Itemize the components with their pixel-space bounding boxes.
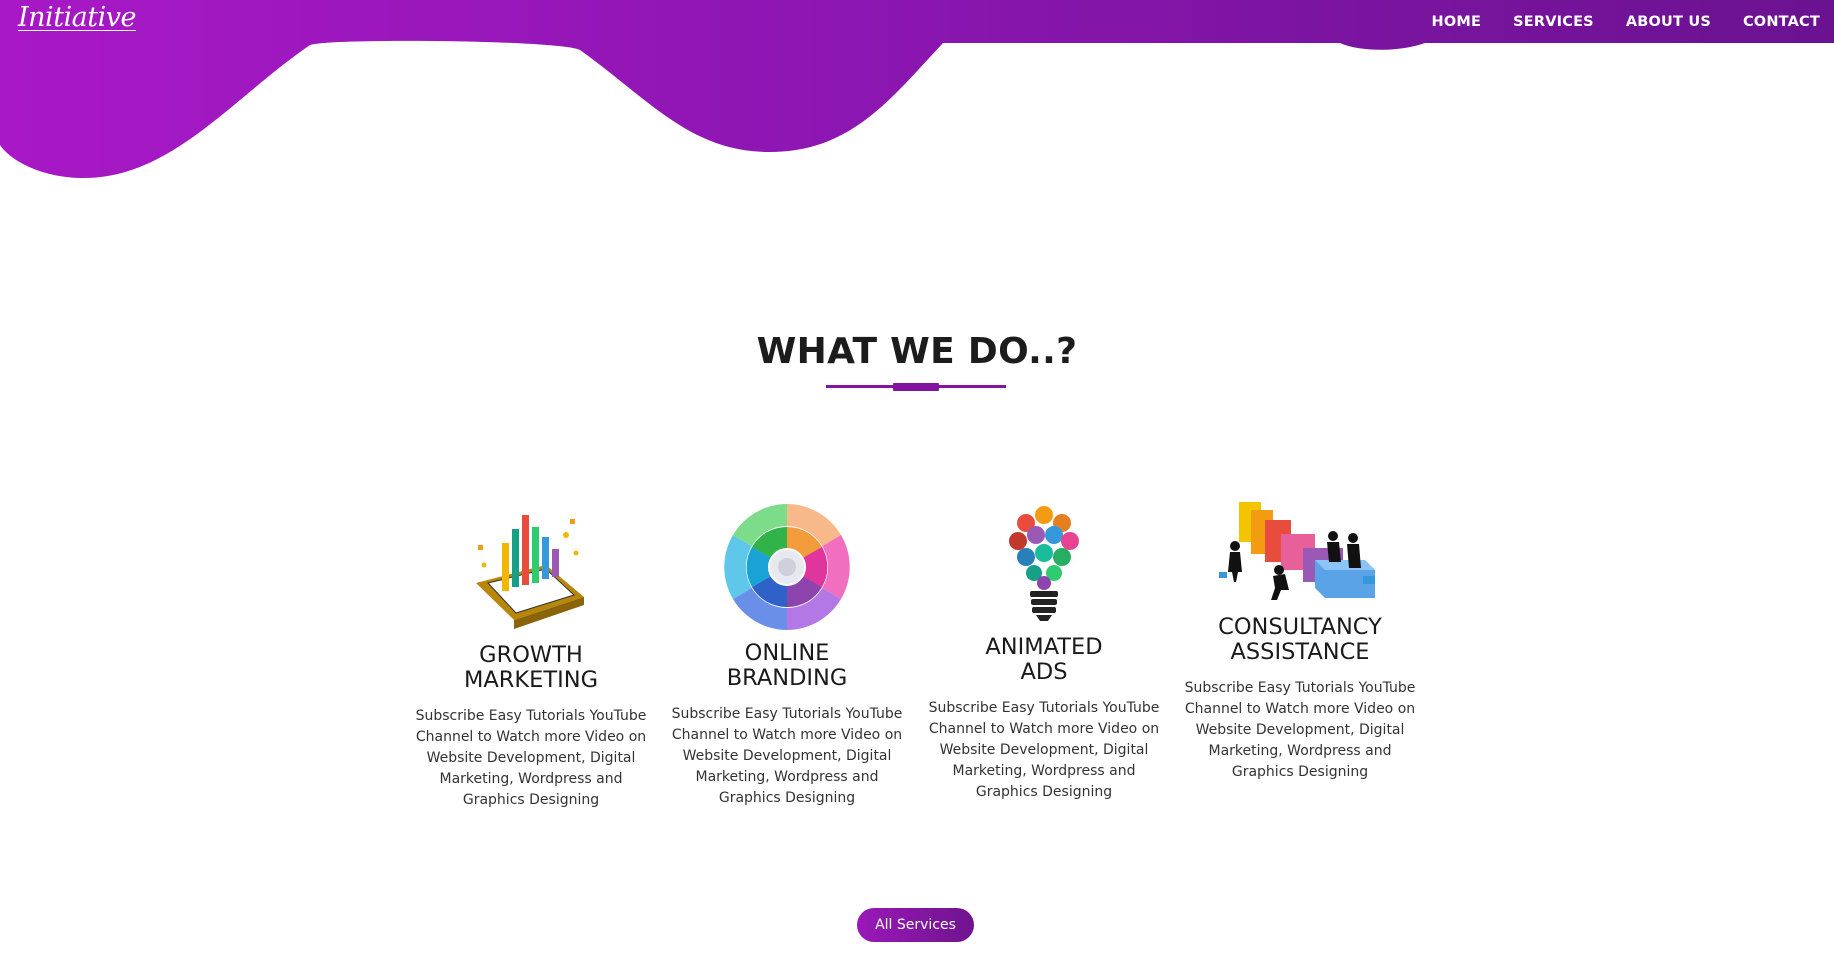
service-title-animated-ads: ANIMATED ADS: [985, 634, 1103, 685]
idea-bulb-icon: [1008, 506, 1080, 621]
service-description-online-branding: Subscribe Easy Tutorials YouTube Channel…: [671, 706, 903, 806]
services-grid: GROWTH MARKETING Subscribe Easy Tutorial…: [0, 0, 1834, 972]
branding-wheel-icon: [724, 504, 850, 630]
service-title-consultancy-assistance: CONSULTANCY ASSISTANCE: [1218, 614, 1382, 665]
service-card-growth-marketing: GROWTH MARKETING Subscribe Easy Tutorial…: [411, 505, 651, 811]
service-card-online-branding: ONLINE BRANDING Subscribe Easy Tutorials…: [667, 503, 907, 809]
team-blocks-icon: [1219, 502, 1375, 600]
service-title-growth-marketing: GROWTH MARKETING: [463, 642, 599, 693]
service-description-growth-marketing: Subscribe Easy Tutorials YouTube Channel…: [415, 708, 647, 808]
service-card-consultancy-assistance: CONSULTANCY ASSISTANCE Subscribe Easy Tu…: [1180, 500, 1420, 783]
all-services-button[interactable]: All Services: [857, 908, 974, 942]
growth-chart-icon: [476, 515, 584, 629]
service-title-online-branding: ONLINE BRANDING: [726, 640, 848, 691]
service-card-animated-ads: ANIMATED ADS Subscribe Easy Tutorials Yo…: [924, 505, 1164, 803]
service-description-animated-ads: Subscribe Easy Tutorials YouTube Channel…: [928, 700, 1160, 800]
service-description-consultancy-assistance: Subscribe Easy Tutorials YouTube Channel…: [1184, 680, 1416, 780]
